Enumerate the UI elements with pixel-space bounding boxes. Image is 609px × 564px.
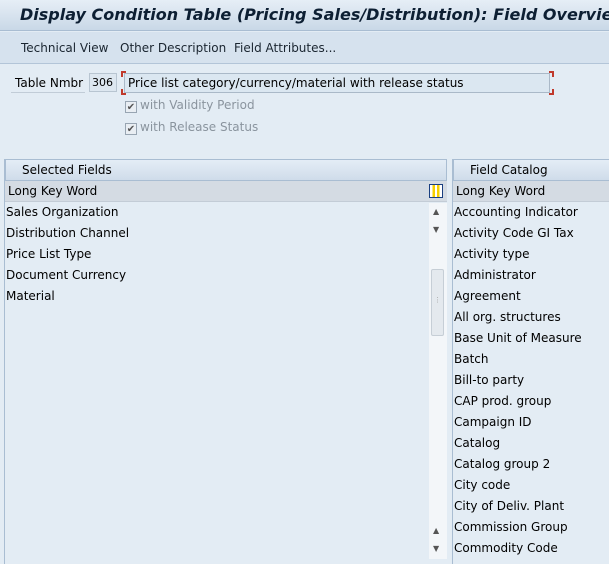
title-bar: Display Condition Table (Pricing Sales/D…	[0, 0, 609, 31]
description-field[interactable]: Price list category/currency/material wi…	[124, 73, 550, 93]
scroll-thumb[interactable]: ⋮	[431, 269, 444, 336]
column-header-long-key-word[interactable]: Long Key Word	[453, 181, 609, 202]
selected-fields-list: Sales Organization Distribution Channel Pr…	[5, 202, 447, 307]
list-item[interactable]: Batch	[453, 349, 609, 370]
list-item[interactable]: Base Unit of Measure	[453, 328, 609, 349]
table-number-field[interactable]: 306	[89, 73, 117, 92]
scrollbar[interactable]: ▲ ▼ ⋮ ▲ ▼	[429, 203, 447, 559]
toolbar: Technical View Other Description Field A…	[0, 32, 609, 64]
list-item[interactable]: Activity type	[453, 244, 609, 265]
scroll-up-icon[interactable]: ▲	[433, 207, 439, 216]
selected-fields-header: Selected Fields	[5, 159, 447, 181]
list-item[interactable]: Price List Type	[5, 244, 447, 265]
bracket	[121, 71, 126, 77]
list-item[interactable]: Material	[5, 286, 447, 307]
list-item[interactable]: Catalog group 2	[453, 454, 609, 475]
list-item[interactable]: All org. structures	[453, 307, 609, 328]
column-label: Long Key Word	[456, 184, 546, 198]
list-item[interactable]: Campaign ID	[453, 412, 609, 433]
release-status-checkbox[interactable]: ✔ with Release Status	[125, 120, 258, 135]
validity-period-label: with Validity Period	[140, 98, 255, 112]
checkmark-icon: ✔	[125, 123, 137, 135]
list-item[interactable]: Commodity Code	[453, 538, 609, 559]
field-attributes-button[interactable]: Field Attributes...	[234, 41, 336, 55]
list-item[interactable]: Bill-to party	[453, 370, 609, 391]
page-title: Display Condition Table (Pricing Sales/D…	[20, 5, 609, 24]
column-header-long-key-word[interactable]: Long Key Word	[5, 181, 447, 202]
list-item[interactable]: Catalog	[453, 433, 609, 454]
checkmark-icon: ✔	[125, 101, 137, 113]
validity-period-checkbox[interactable]: ✔ with Validity Period	[125, 98, 255, 113]
list-item[interactable]: City code	[453, 475, 609, 496]
scroll-up-icon[interactable]: ▲	[433, 526, 439, 535]
technical-view-button[interactable]: Technical View	[21, 41, 108, 55]
table-number-label: Table Nmbr	[11, 73, 85, 93]
list-item[interactable]: Agreement	[453, 286, 609, 307]
bracket	[121, 89, 126, 95]
scroll-down-icon[interactable]: ▼	[433, 544, 439, 553]
list-item[interactable]: Activity Code GI Tax	[453, 223, 609, 244]
list-item[interactable]: Distribution Channel	[5, 223, 447, 244]
list-item[interactable]: Commission Group	[453, 517, 609, 538]
field-catalog-header: Field Catalog	[453, 159, 609, 181]
scroll-down-icon[interactable]: ▼	[433, 225, 439, 234]
list-item[interactable]: Sales Organization	[5, 202, 447, 223]
field-catalog-list: Accounting Indicator Activity Code GI Tax…	[453, 202, 609, 559]
field-catalog-panel: Field Catalog Long Key Word Accounting I…	[452, 159, 609, 564]
bracket	[549, 71, 554, 77]
list-item[interactable]: Document Currency	[5, 265, 447, 286]
list-item[interactable]: CAP prod. group	[453, 391, 609, 412]
list-item[interactable]: Accounting Indicator	[453, 202, 609, 223]
list-item[interactable]: City of Deliv. Plant	[453, 496, 609, 517]
layout-config-icon[interactable]	[429, 184, 443, 198]
other-description-button[interactable]: Other Description	[120, 41, 226, 55]
list-item[interactable]: Administrator	[453, 265, 609, 286]
selected-fields-panel: Selected Fields Long Key Word Sales Orga…	[4, 159, 447, 564]
column-label: Long Key Word	[8, 184, 98, 198]
release-status-label: with Release Status	[140, 120, 259, 134]
bracket	[549, 89, 554, 95]
